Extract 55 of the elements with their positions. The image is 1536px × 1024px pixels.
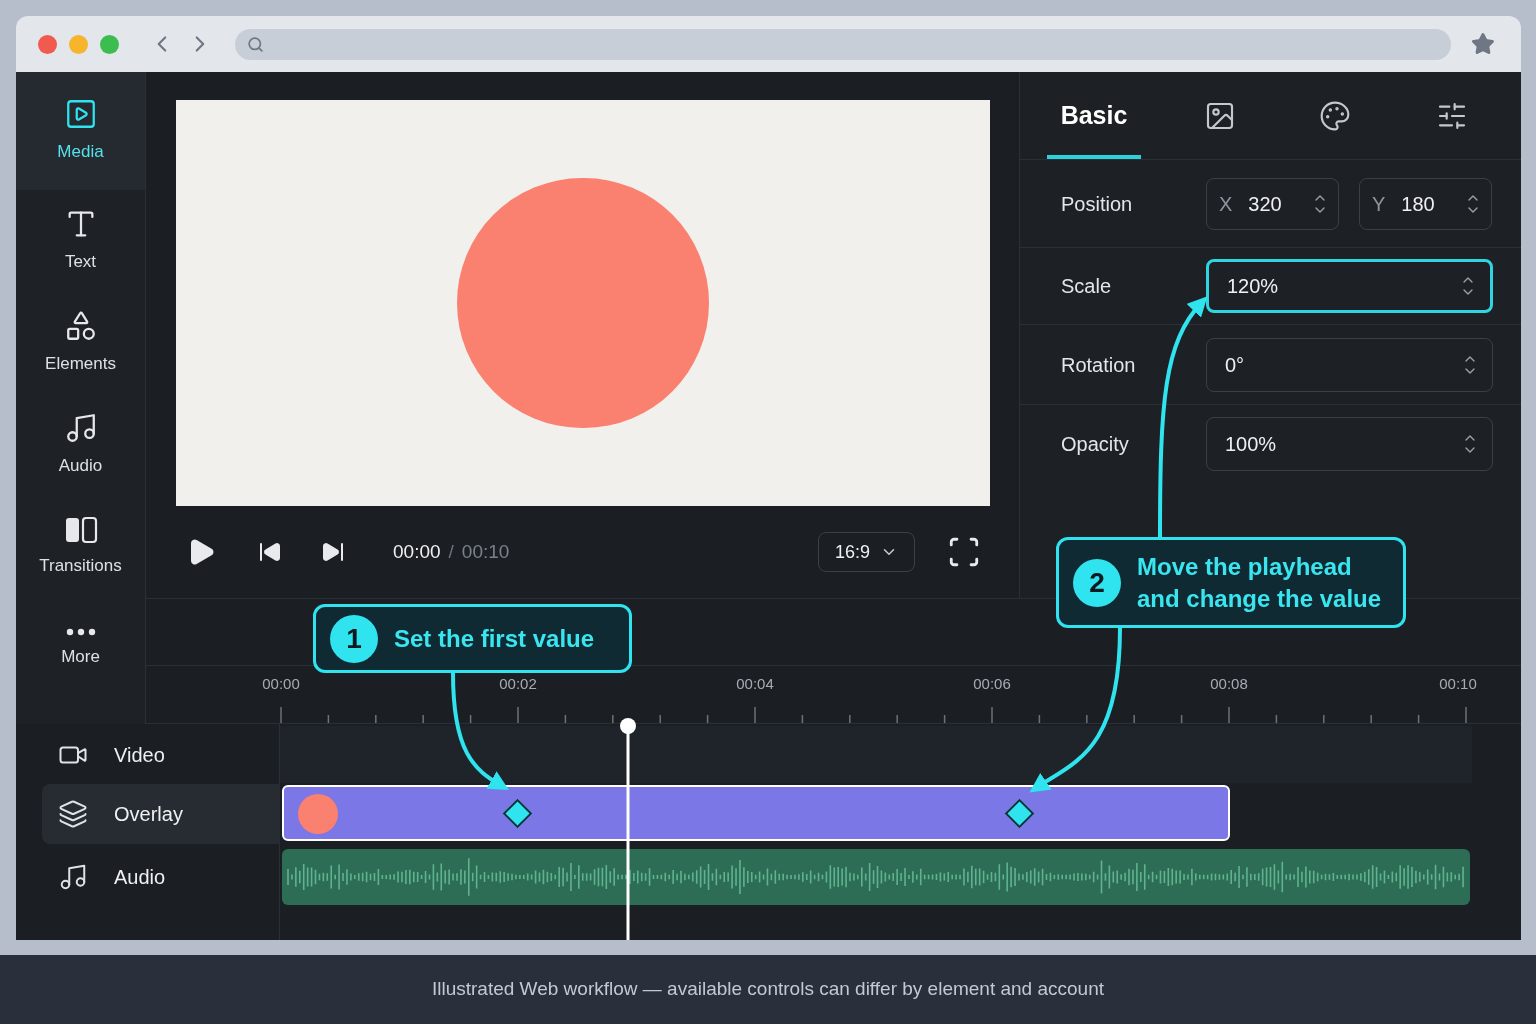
field-value: 180 <box>1401 191 1436 217</box>
audio-clip[interactable] <box>282 849 1470 905</box>
fullscreen-icon[interactable] <box>947 535 981 569</box>
property-label: Rotation <box>1060 352 1137 378</box>
field-value: 320 <box>1248 191 1283 217</box>
inspector-tab[interactable]: Basic <box>1047 72 1141 159</box>
number-field[interactable]: 0° <box>1206 337 1493 392</box>
time-label: 00:00 <box>262 674 300 694</box>
axis-label: X <box>1219 191 1233 217</box>
time-separator: / <box>448 539 454 564</box>
track-header[interactable]: Audio <box>42 844 280 910</box>
transitions-icon <box>63 515 98 546</box>
sidebar-item[interactable]: Text <box>16 190 145 292</box>
footer-caption: Illustrated Web workflow — available controls can differ by element and account <box>431 977 1104 1002</box>
time-label: 00:02 <box>499 674 537 694</box>
current-time: 00:00 <box>393 539 441 564</box>
number-field[interactable]: X 320 <box>1206 177 1339 230</box>
track-header[interactable]: Overlay <box>42 784 280 844</box>
music-icon <box>58 862 88 892</box>
number-field[interactable]: Y 180 <box>1359 177 1492 230</box>
skip-back-icon[interactable] <box>258 540 282 564</box>
skip-forward-icon[interactable] <box>321 540 345 564</box>
time-label: 00:06 <box>973 674 1011 694</box>
search-icon <box>246 35 264 53</box>
time-label: 00:04 <box>736 674 774 694</box>
property-label: Opacity <box>1060 432 1130 457</box>
total-time: 00:10 <box>461 539 510 564</box>
sidebar-item[interactable]: More <box>16 598 145 700</box>
overlay-clip[interactable] <box>282 785 1230 841</box>
track-header[interactable]: Video <box>42 726 280 784</box>
time-label: 00:10 <box>1439 674 1477 694</box>
sidebar-item[interactable]: Transitions <box>16 496 145 598</box>
sidebar-item[interactable]: Audio <box>16 394 145 496</box>
star-icon[interactable] <box>1471 32 1495 56</box>
palette-icon <box>1319 99 1351 132</box>
property-label: Position <box>1060 191 1134 217</box>
field-value: 100% <box>1225 432 1278 457</box>
time-label: 00:08 <box>1210 674 1248 694</box>
property-label: Scale <box>1060 274 1113 299</box>
number-field[interactable]: 100% <box>1206 417 1493 471</box>
sidebar-item[interactable]: Media <box>16 72 145 190</box>
axis-label: Y <box>1372 191 1386 217</box>
more-icon <box>65 628 96 637</box>
clip-thumbnail <box>298 794 338 834</box>
layers-icon <box>58 799 88 829</box>
callout-text: Set the first value <box>394 623 595 654</box>
field-value: 120% <box>1227 274 1280 299</box>
field-value: 0° <box>1225 352 1246 378</box>
step-number: 1 <box>330 614 378 663</box>
playhead-handle[interactable] <box>619 718 636 734</box>
sidebar-item[interactable]: Elements <box>16 292 145 394</box>
callout-text: Move the playhead and change the value <box>1137 551 1382 614</box>
step-number: 2 <box>1073 558 1121 607</box>
number-field[interactable]: 120% <box>1206 259 1493 313</box>
aspect-ratio-dropdown[interactable]: 16:9 <box>818 532 915 572</box>
